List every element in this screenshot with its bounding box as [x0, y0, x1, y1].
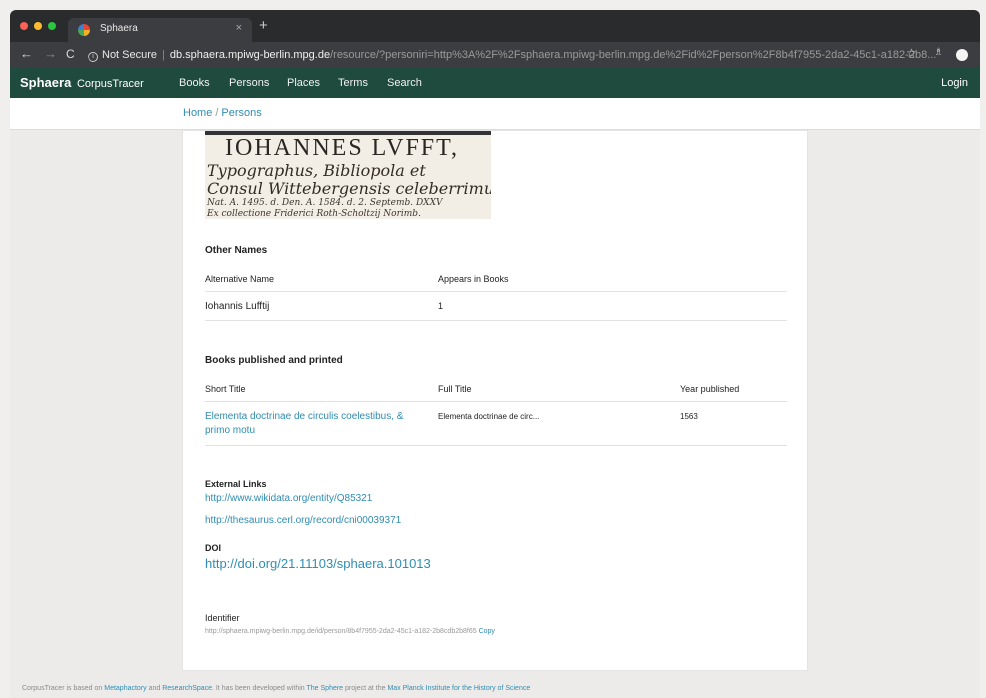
address-separator: |	[162, 49, 165, 61]
person-detail-panel: IOHANNES LVFFT, Typographus, Bibliopola …	[182, 130, 808, 671]
doi-title: DOI	[205, 543, 222, 553]
brand-name: Sphaera	[20, 75, 72, 90]
browser-toolbar: ← → C i Not Secure | db.sphaera.mpiwg-berli…	[10, 42, 980, 68]
divider	[205, 445, 787, 446]
minimize-window-button[interactable]	[34, 22, 42, 30]
url-path: /resource/?personiri=http%3A%2F%2Fsphaer…	[330, 49, 937, 61]
portrait-caption-name: IOHANNES LVFFT,	[225, 135, 460, 161]
footer-text: CorpusTracer is based on	[22, 685, 105, 692]
divider	[205, 320, 787, 321]
extension-icon[interactable]: ♗	[934, 47, 943, 58]
breadcrumb-home[interactable]: Home	[183, 107, 212, 119]
person-portrait-image: IOHANNES LVFFT, Typographus, Bibliopola …	[205, 131, 491, 219]
brand-logo[interactable]: Sphaera CorpusTracer	[20, 75, 144, 90]
external-links-title: External Links	[205, 479, 267, 489]
nav-terms[interactable]: Terms	[338, 77, 368, 89]
page-footer: CorpusTracer is based on Metaphactory an…	[22, 685, 530, 692]
brand-subtitle: CorpusTracer	[76, 78, 144, 90]
footer-text: and	[146, 685, 163, 692]
address-bar[interactable]: i Not Secure | db.sphaera.mpiwg-berlin.mpg.…	[88, 45, 950, 65]
book-short-title-link-line2[interactable]: primo motu	[205, 425, 255, 436]
maximize-window-button[interactable]	[48, 22, 56, 30]
alternative-name-cell: Iohannis Lufftij	[205, 301, 270, 312]
close-window-button[interactable]	[20, 22, 28, 30]
appears-in-books-cell: 1	[438, 301, 444, 311]
researchspace-link[interactable]: ResearchSpace	[162, 685, 212, 692]
copy-identifier-button[interactable]: Copy	[479, 628, 495, 635]
identifier-title: Identifier	[205, 613, 240, 623]
metaphactory-link[interactable]: Metaphactory	[104, 685, 146, 692]
login-link[interactable]: Login	[941, 77, 968, 89]
identifier-value-row: http://sphaera.mpiwg-berlin.mpg.de/id/pe…	[205, 628, 495, 635]
book-year: 1563	[680, 412, 698, 421]
footer-text: . It has been developed within	[212, 685, 307, 692]
nav-places[interactable]: Places	[287, 77, 320, 89]
breadcrumb-separator: /	[215, 107, 219, 119]
forward-arrow-icon[interactable]: →	[44, 46, 57, 61]
the-sphere-link[interactable]: The Sphere	[307, 685, 344, 692]
footer-text: project at the	[343, 685, 388, 692]
browser-window: Sphaera × + ← → C i Not Secure | db.sphaera…	[10, 10, 980, 698]
portrait-caption-line2: Typographus, Bibliopola et	[207, 161, 426, 180]
reload-icon[interactable]: C	[66, 47, 75, 61]
mpiwg-link[interactable]: Max Planck Institute for the History of …	[387, 685, 530, 692]
column-header-alternative-name: Alternative Name	[205, 274, 275, 284]
cerl-thesaurus-link[interactable]: http://thesaurus.cerl.org/record/cni0003…	[205, 515, 401, 526]
books-title: Books published and printed	[205, 355, 343, 366]
book-full-title: Elementa doctrinae de circ...	[438, 412, 540, 421]
column-header-year-published: Year published	[680, 384, 740, 394]
breadcrumb: Home / Persons	[10, 98, 980, 130]
wikidata-link[interactable]: http://www.wikidata.org/entity/Q85321	[205, 493, 372, 504]
tab-title: Sphaera	[100, 23, 138, 34]
security-label: Not Secure	[102, 49, 158, 61]
book-short-title-link-line1[interactable]: Elementa doctrinae de circulis coelestib…	[205, 411, 403, 422]
new-tab-icon[interactable]: +	[259, 17, 268, 34]
breadcrumb-persons[interactable]: Persons	[221, 107, 261, 119]
close-tab-icon[interactable]: ×	[236, 22, 242, 34]
info-icon[interactable]: i	[88, 52, 98, 62]
other-names-title: Other Names	[205, 245, 268, 256]
nav-persons[interactable]: Persons	[229, 77, 269, 89]
bookmark-star-icon[interactable]: ☆	[906, 46, 917, 60]
browser-tab[interactable]: Sphaera ×	[68, 18, 252, 42]
divider	[205, 401, 787, 402]
portrait-caption-line4: Nat. A. 1495. d. Den. A. 1584. d. 2. Sep…	[207, 198, 443, 208]
portrait-caption-line5: Ex collectione Friderici Roth-Scholtzij …	[207, 209, 421, 219]
portrait-caption-line3: Consul Wittebergensis celeberrimus.	[207, 179, 491, 198]
back-arrow-icon[interactable]: ←	[20, 46, 33, 61]
identifier-value: http://sphaera.mpiwg-berlin.mpg.de/id/pe…	[205, 628, 477, 635]
divider	[205, 291, 787, 292]
url-host: db.sphaera.mpiwg-berlin.mpg.de	[169, 49, 331, 61]
doi-link[interactable]: http://doi.org/21.11103/sphaera.101013	[205, 556, 431, 571]
app-navbar: Sphaera CorpusTracer Books Persons Place…	[10, 68, 980, 98]
profile-avatar-icon[interactable]	[956, 49, 968, 61]
column-header-short-title: Short Title	[205, 384, 246, 394]
column-header-appears-in-books: Appears in Books	[438, 274, 509, 284]
nav-search[interactable]: Search	[387, 77, 422, 89]
sphaera-favicon-icon	[78, 24, 90, 36]
tab-strip: Sphaera × +	[10, 10, 980, 42]
nav-books[interactable]: Books	[179, 77, 210, 89]
column-header-full-title: Full Title	[438, 384, 472, 394]
